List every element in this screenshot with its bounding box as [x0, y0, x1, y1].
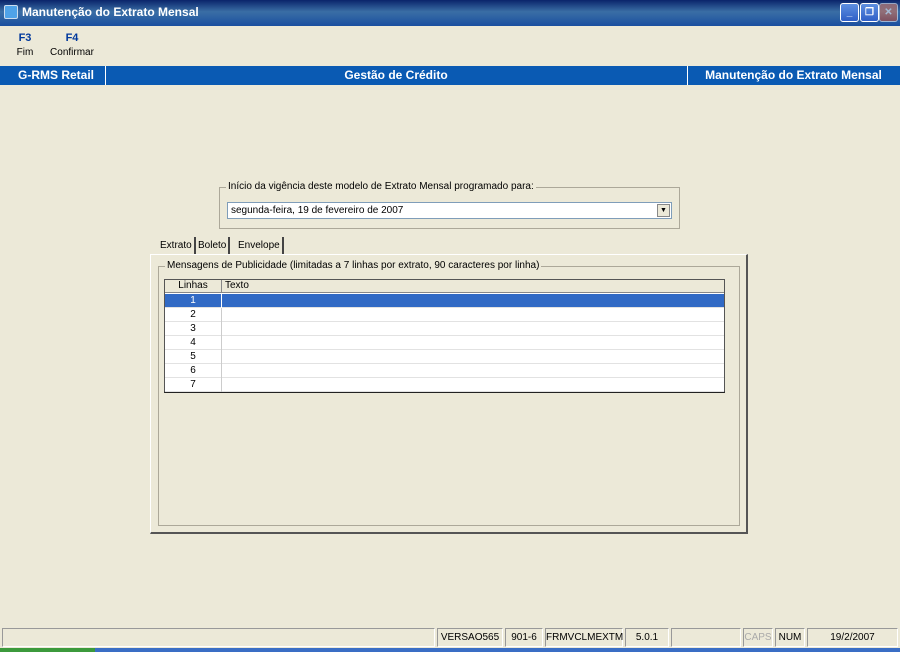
- app-icon: [4, 5, 18, 19]
- taskbar-strip: [0, 648, 900, 652]
- table-row[interactable]: 3: [165, 322, 724, 336]
- status-message: [2, 628, 435, 647]
- table-row[interactable]: 4: [165, 336, 724, 350]
- row-number: 2: [165, 308, 222, 322]
- fim-button[interactable]: F3 Fim: [13, 32, 37, 58]
- fim-label: Fim: [16, 47, 34, 58]
- row-number: 7: [165, 378, 222, 392]
- table-row[interactable]: 2: [165, 308, 724, 322]
- status-bar: VERSAO565 901-6 FRMVCLMEXTM 5.0.1 CAPS N…: [0, 627, 900, 648]
- close-icon[interactable]: ✕: [879, 3, 898, 22]
- row-number: 6: [165, 364, 222, 378]
- mensagens-legend: Mensagens de Publicidade (limitadas a 7 …: [165, 260, 542, 271]
- row-number: 3: [165, 322, 222, 336]
- vigencia-date-value: segunda-feira, 19 de fevereiro de 2007: [231, 205, 404, 216]
- status-date: 19/2/2007: [807, 628, 898, 647]
- vigencia-group: Início da vigência deste modelo de Extra…: [219, 181, 680, 229]
- module-name: Gestão de Crédito: [344, 68, 448, 82]
- status-version: VERSAO565: [437, 628, 503, 647]
- function-key-toolbar: F3 Fim F4 Confirmar: [0, 26, 900, 66]
- status-code: 901-6: [505, 628, 543, 647]
- f4-key: F4: [65, 32, 79, 44]
- grid-header: Linhas Texto: [165, 280, 724, 293]
- confirmar-button[interactable]: F4 Confirmar: [50, 32, 94, 58]
- status-caps: CAPS: [743, 628, 773, 647]
- column-linhas[interactable]: Linhas: [165, 280, 222, 293]
- status-blank: [671, 628, 741, 647]
- vigencia-date-select[interactable]: segunda-feira, 19 de fevereiro de 2007 ▼: [227, 202, 672, 219]
- table-row[interactable]: 6: [165, 364, 724, 378]
- row-number: 5: [165, 350, 222, 364]
- restore-icon[interactable]: ❐: [860, 3, 879, 22]
- start-button[interactable]: [0, 648, 95, 652]
- window-title: Manutenção do Extrato Mensal: [22, 5, 199, 19]
- f3-key: F3: [18, 32, 32, 44]
- status-build: 5.0.1: [625, 628, 669, 647]
- chevron-down-icon[interactable]: ▼: [657, 204, 670, 217]
- status-form: FRMVCLMEXTM: [545, 628, 623, 647]
- status-num: NUM: [775, 628, 805, 647]
- module-header: G-RMS Retail Gestão de Crédito Manutençã…: [0, 66, 900, 85]
- table-row[interactable]: 7: [165, 378, 724, 392]
- app-name: G-RMS Retail: [18, 68, 95, 82]
- tab-envelope[interactable]: Envelope: [236, 237, 284, 254]
- mensagens-grid[interactable]: Linhas Texto 1 2 3 4 5 6 7: [164, 279, 725, 393]
- column-texto[interactable]: Texto: [225, 280, 249, 292]
- minimize-icon[interactable]: _: [840, 3, 859, 22]
- window-titlebar: Manutenção do Extrato Mensal _ ❐ ✕: [0, 0, 900, 26]
- confirmar-label: Confirmar: [50, 47, 94, 58]
- tab-boleto[interactable]: Boleto: [196, 237, 231, 254]
- vigencia-legend: Início da vigência deste modelo de Extra…: [226, 181, 536, 192]
- tab-extrato[interactable]: Extrato: [158, 237, 196, 254]
- row-number: 4: [165, 336, 222, 350]
- table-row[interactable]: 1: [165, 294, 724, 308]
- row-number: 1: [165, 294, 222, 308]
- table-row[interactable]: 5: [165, 350, 724, 364]
- screen-name: Manutenção do Extrato Mensal: [705, 68, 882, 82]
